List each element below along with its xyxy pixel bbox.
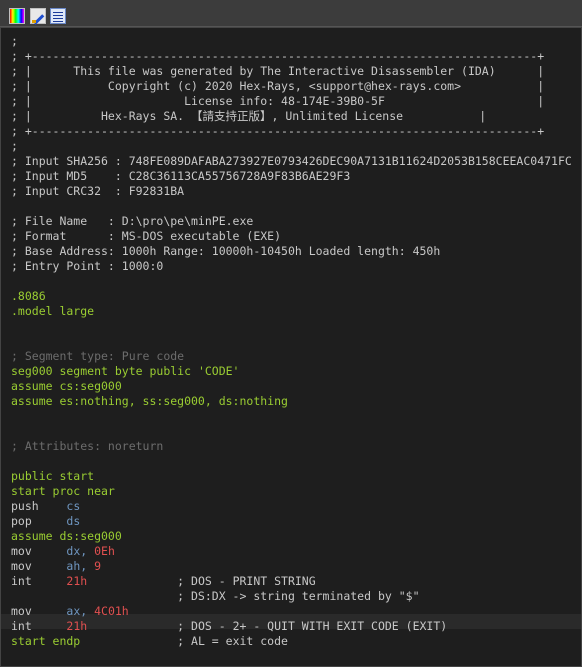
mnemonic: push [11, 499, 67, 513]
listing-line[interactable]: seg000 segment byte public 'CODE' [11, 364, 239, 379]
listing-line[interactable]: .model large [11, 304, 94, 319]
edit-pen-icon[interactable] [30, 8, 46, 25]
listing-line[interactable]: ; Attributes: noreturn [11, 439, 163, 454]
listing-line[interactable]: ; [11, 139, 18, 154]
immediate-value: 9 [94, 559, 102, 573]
listing-line[interactable]: ; Input MD5 : C28C36113CA55756728A9F83B6… [11, 169, 350, 184]
immediate-value: 0Eh [94, 544, 115, 558]
immediate-value: 21h [66, 619, 88, 633]
mnemonic: int [11, 574, 67, 588]
listing-line[interactable]: ; +-------------------------------------… [11, 124, 544, 139]
listing-line[interactable]: int 21h ; DOS - 2+ - QUIT WITH EXIT CODE… [11, 619, 447, 634]
listing-line[interactable]: public start [11, 469, 94, 484]
listing-line[interactable]: ; Entry Point : 1000:0 [11, 259, 163, 274]
operand: dx, [66, 544, 95, 558]
mnemonic: mov [11, 604, 67, 618]
mnemonic: mov [11, 544, 67, 558]
listing-line[interactable]: assume es:nothing, ss:seg000, ds:nothing [11, 394, 288, 409]
mnemonic: int [11, 619, 67, 633]
listing-line[interactable]: ; Format : MS-DOS executable (EXE) [11, 229, 281, 244]
listing-line[interactable]: assume cs:seg000 [11, 379, 122, 394]
listing-line[interactable]: pop ds [11, 514, 80, 529]
listing-line[interactable]: start endp ; AL = exit code [11, 634, 288, 649]
listing-line[interactable]: .8086 [11, 289, 46, 304]
proc-end-directive: start endp [11, 634, 81, 648]
color-palette-icon[interactable] [9, 8, 25, 24]
view-list-icon[interactable] [50, 8, 66, 24]
immediate-value: 21h [66, 574, 88, 588]
line-comment: ; DOS - PRINT STRING [87, 574, 316, 588]
listing-line[interactable]: ; +-------------------------------------… [11, 49, 544, 64]
listing-line[interactable]: mov ax, 4C01h [11, 604, 129, 619]
listing-line[interactable]: ; Input SHA256 : 748FE089DAFABA273927E07… [11, 154, 572, 169]
operand: ax, [66, 604, 95, 618]
mnemonic: mov [11, 559, 67, 573]
operand: ds [66, 514, 81, 528]
listing-line[interactable]: ; [11, 34, 18, 49]
disassembly-listing[interactable]: ; ; +-----------------------------------… [0, 27, 582, 667]
segment-class-string: 'CODE' [197, 364, 240, 378]
listing-line[interactable]: push cs [11, 499, 80, 514]
listing-line[interactable]: int 21h ; DOS - PRINT STRING [11, 574, 316, 589]
listing-line[interactable]: ; | Copyright (c) 2020 Hex-Rays, <suppor… [11, 79, 544, 94]
listing-line[interactable]: ; File Name : D:\pro\pe\minPE.exe [11, 214, 253, 229]
operand: ah, [66, 559, 95, 573]
listing-line[interactable]: ; Input CRC32 : F92831BA [11, 184, 184, 199]
listing-line[interactable]: mov dx, 0Eh [11, 544, 115, 559]
mnemonic: pop [11, 514, 67, 528]
listing-line[interactable]: assume ds:seg000 [11, 529, 122, 544]
segment-directive: seg000 segment byte public [11, 364, 198, 378]
listing-line[interactable]: start proc near [11, 484, 115, 499]
listing-line[interactable]: ; | Hex-Rays SA. 【請支持正版】, Unlimited Lice… [11, 109, 486, 124]
listing-line[interactable]: ; | License info: 48-174E-39B0-5F | [11, 94, 544, 109]
line-comment: ; AL = exit code [80, 634, 288, 648]
listing-line[interactable]: ; | This file was generated by The Inter… [11, 64, 544, 79]
listing-line[interactable]: mov ah, 9 [11, 559, 101, 574]
listing-line[interactable]: ; Segment type: Pure code [11, 349, 184, 364]
listing-line[interactable]: ; DS:DX -> string terminated by "$" [11, 589, 419, 604]
immediate-value: 4C01h [94, 604, 129, 618]
listing-line[interactable]: ; Base Address: 1000h Range: 10000h-1045… [11, 244, 440, 259]
toolbar [0, 0, 582, 27]
line-comment: ; DOS - 2+ - QUIT WITH EXIT CODE (EXIT) [87, 619, 448, 633]
operand: cs [66, 499, 81, 513]
